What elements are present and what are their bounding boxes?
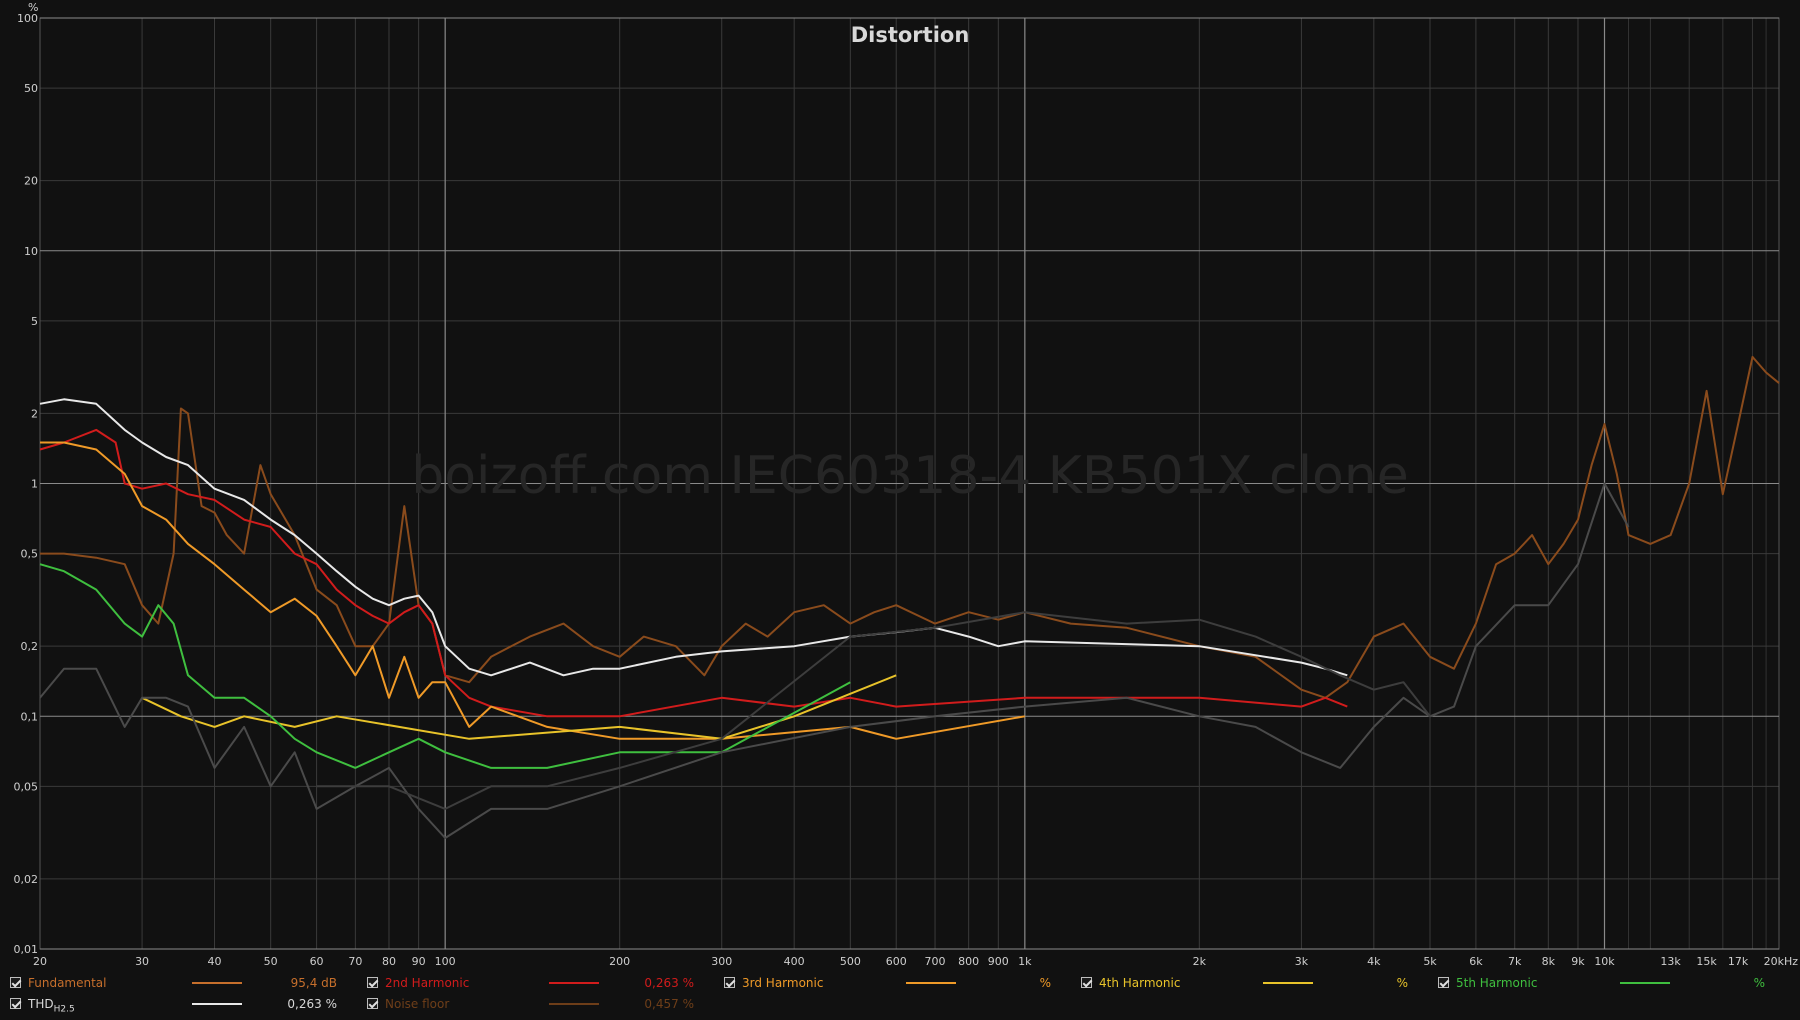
x-tick-label: 300 [711, 955, 732, 968]
x-tick-label: 600 [886, 955, 907, 968]
legend-swatch [1263, 982, 1313, 984]
x-tick-label: 10k [1594, 955, 1615, 968]
x-tick-label: 70 [348, 955, 362, 968]
legend-swatch [1620, 982, 1670, 984]
legend-thd[interactable]: THDH2.5 0,263 % [10, 994, 350, 1014]
y-tick-label: 1 [31, 478, 38, 491]
x-tick-label: 90 [412, 955, 426, 968]
legend-5th-harmonic[interactable]: 5th Harmonic % [1438, 973, 1778, 993]
legend-swatch [549, 1003, 599, 1005]
x-tick-label: 40 [207, 955, 221, 968]
legend-value: 95,4 dB [290, 976, 337, 990]
y-tick-label: 50 [24, 82, 38, 95]
legend-swatch [192, 982, 242, 984]
x-tick-label: 7k [1508, 955, 1522, 968]
x-tick-label: 1k [1018, 955, 1032, 968]
x-tick-label: 700 [925, 955, 946, 968]
legend-label: 2nd Harmonic [385, 976, 470, 990]
legend-swatch [549, 982, 599, 984]
legend-noise-floor[interactable]: Noise floor 0,457 % [367, 994, 707, 1014]
legend-value: % [1396, 976, 1408, 990]
checkbox-3rd-harmonic[interactable] [724, 977, 735, 988]
y-tick-label: 0,5 [21, 548, 39, 561]
checkbox-4th-harmonic[interactable] [1081, 977, 1092, 988]
legend-swatch [906, 982, 956, 984]
x-tick-label: 15k [1696, 955, 1717, 968]
x-tick-label: 800 [958, 955, 979, 968]
legend-label: Fundamental [28, 976, 107, 990]
legend: Fundamental 95,4 dB 2nd Harmonic 0,263 %… [0, 971, 1800, 1020]
checkbox-thd[interactable] [10, 998, 21, 1009]
y-tick-label: 0,02 [14, 873, 39, 886]
x-tick-label: 17k [1728, 955, 1749, 968]
legend-fundamental[interactable]: Fundamental 95,4 dB [10, 973, 350, 993]
legend-value: % [1753, 976, 1765, 990]
thd-subscript: H2.5 [53, 1004, 75, 1015]
x-tick-label: 30 [135, 955, 149, 968]
legend-label: 3rd Harmonic [742, 976, 824, 990]
x-tick-label: 100 [435, 955, 456, 968]
legend-2nd-harmonic[interactable]: 2nd Harmonic 0,263 % [367, 973, 707, 993]
x-tick-label: 13k [1660, 955, 1681, 968]
legend-3rd-harmonic[interactable]: 3rd Harmonic % [724, 973, 1064, 993]
x-tick-label: 50 [264, 955, 278, 968]
legend-swatch [192, 1003, 242, 1005]
y-tick-label: 0,2 [21, 640, 39, 653]
x-tick-label: 5k [1423, 955, 1437, 968]
legend-label: Noise floor [385, 997, 450, 1011]
thd-label: THD [28, 997, 54, 1011]
y-unit-label: % [28, 1, 38, 14]
legend-4th-harmonic[interactable]: 4th Harmonic % [1081, 973, 1421, 993]
x-tick-label: 200 [609, 955, 630, 968]
y-tick-label: 2 [31, 407, 38, 420]
checkbox-fundamental[interactable] [10, 977, 21, 988]
legend-value: 0,263 % [644, 976, 694, 990]
y-tick-label: 0,05 [14, 780, 39, 793]
x-tick-label: 80 [382, 955, 396, 968]
checkbox-2nd-harmonic[interactable] [367, 977, 378, 988]
x-tick-label: 20kHz [1764, 955, 1799, 968]
watermark: boizoff.com IEC60318-4 KB501X clone [411, 446, 1409, 506]
x-tick-label: 9k [1571, 955, 1585, 968]
x-tick-label: 20 [33, 955, 47, 968]
legend-label: 4th Harmonic [1099, 976, 1181, 990]
legend-label: THDH2.5 [28, 994, 75, 1019]
x-tick-label: 400 [784, 955, 805, 968]
x-tick-label: 900 [988, 955, 1009, 968]
x-tick-label: 2k [1193, 955, 1207, 968]
x-tick-label: 60 [310, 955, 324, 968]
x-tick-label: 8k [1542, 955, 1556, 968]
x-tick-label: 6k [1469, 955, 1483, 968]
checkbox-5th-harmonic[interactable] [1438, 977, 1449, 988]
x-tick-label: 500 [840, 955, 861, 968]
legend-label: 5th Harmonic [1456, 976, 1538, 990]
checkbox-noise-floor[interactable] [367, 998, 378, 1009]
x-tick-label: 3k [1295, 955, 1309, 968]
y-tick-label: 5 [31, 315, 38, 328]
distortion-chart: 1005020105210,50,20,10,050,020,01 20 30 40… [0, 0, 1800, 970]
legend-value: % [1039, 976, 1051, 990]
x-tick-label: 4k [1367, 955, 1381, 968]
legend-value: 0,457 % [644, 997, 694, 1011]
y-tick-label: 10 [24, 245, 38, 258]
y-tick-label: 0,1 [21, 710, 39, 723]
y-tick-label: 20 [24, 175, 38, 188]
chart-title: Distortion [851, 23, 970, 47]
legend-value: 0,263 % [287, 997, 337, 1011]
